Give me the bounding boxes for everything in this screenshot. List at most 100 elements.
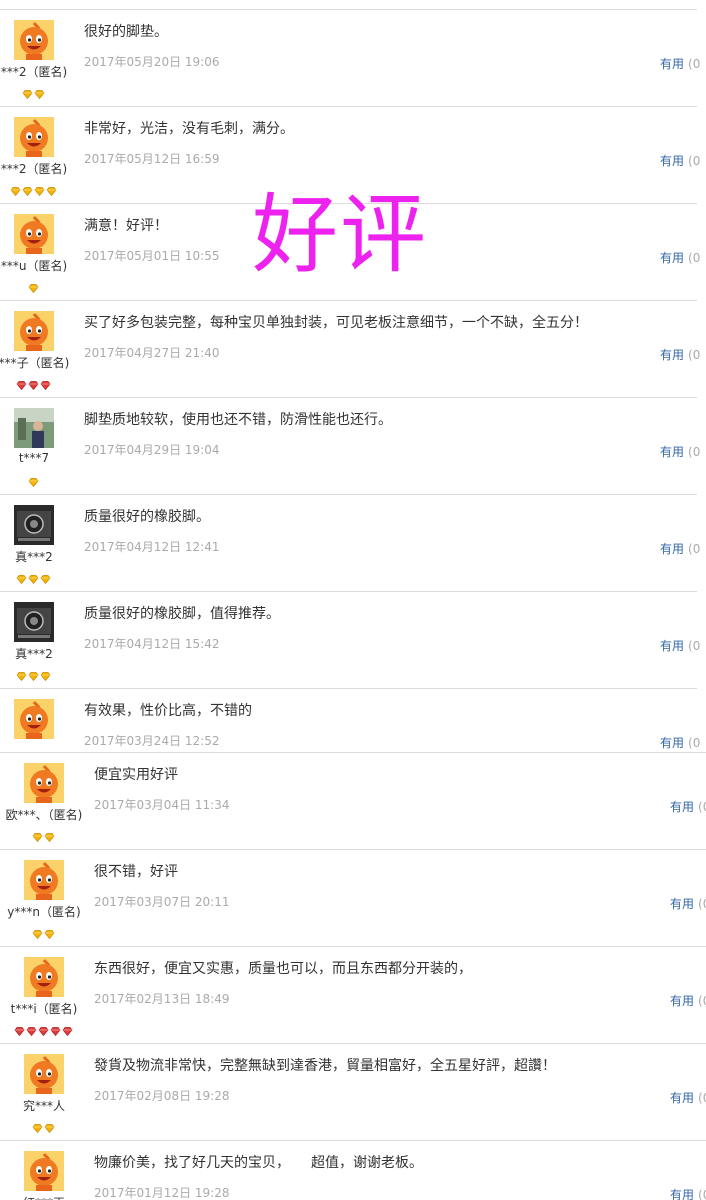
orange-mascot-icon[interactable] <box>24 1054 64 1094</box>
useful-vote: 有用 (0 <box>670 992 706 1009</box>
reviewer-level-badges <box>16 666 51 682</box>
useful-vote: 有用 (0 <box>660 637 700 654</box>
review-list: ***2（匿名) 很好的脚垫。 2017年05月20日 19:06 有用 (0 ***2（… <box>0 0 706 1200</box>
useful-vote: 有用 (0 <box>670 1089 706 1106</box>
gold-diamond-icon <box>28 569 39 585</box>
orange-mascot-icon[interactable] <box>24 763 64 803</box>
red-diamond-icon <box>14 1021 25 1037</box>
gold-diamond-icon <box>44 924 55 940</box>
useful-button[interactable]: 有用 <box>670 1188 694 1200</box>
useful-count: (0 <box>688 639 701 653</box>
gold-diamond-icon <box>32 827 43 843</box>
orange-mascot-icon[interactable] <box>24 957 64 997</box>
useful-button[interactable]: 有用 <box>660 251 684 265</box>
gold-diamond-icon <box>40 666 51 682</box>
reviewer-name: ***子（匿名) <box>0 356 70 370</box>
useful-button[interactable]: 有用 <box>670 1091 694 1105</box>
review-item: ***2（匿名) 很好的脚垫。 2017年05月20日 19:06 有用 (0 <box>0 10 706 107</box>
useful-vote: 有用 (0 <box>670 798 706 815</box>
review-item: 究***人 發貨及物流非常快，完整無缺到達香港，貿量相富好，全五星好評，超讚！ 20… <box>0 1044 706 1141</box>
review-date: 2017年05月01日 10:55 <box>84 249 220 263</box>
orange-mascot-icon[interactable] <box>14 20 54 60</box>
red-diamond-icon <box>28 375 39 391</box>
useful-button[interactable]: 有用 <box>660 542 684 556</box>
useful-count: (0 <box>688 251 701 265</box>
useful-count: (0 <box>688 542 701 556</box>
person-photo-icon[interactable] <box>14 408 54 448</box>
reviewer-name: 真***2 <box>15 647 53 661</box>
red-diamond-icon <box>16 375 27 391</box>
reviewer-name: 真***2 <box>15 550 53 564</box>
review-content: 满意！好评！ <box>84 218 168 234</box>
reviewer-name: ***u（匿名) <box>0 259 68 273</box>
review-item: t***7 脚垫质地较软，使用也还不错，防滑性能也还行。 2017年04月29日 1… <box>0 398 706 495</box>
useful-vote: 有用 (0 <box>670 1186 706 1200</box>
useful-count: (0 <box>688 445 701 459</box>
useful-vote: 有用 (0 <box>660 346 700 363</box>
review-item: 欧***、（匿名) 便宜实用好评 2017年03月04日 11:34 有用 (0 <box>0 753 706 850</box>
review-date: 2017年04月12日 12:41 <box>84 540 220 554</box>
review-item: 真***2 质量很好的橡胶脚。 2017年04月12日 12:41 有用 (0 <box>0 495 706 592</box>
useful-vote: 有用 (0 <box>660 443 700 460</box>
useful-button[interactable]: 有用 <box>670 800 694 814</box>
useful-button[interactable]: 有用 <box>660 639 684 653</box>
reviewer-level-badges <box>14 1021 73 1037</box>
reviewer-level-badges <box>28 278 39 294</box>
review-content: 有效果，性价比高，不错的 <box>84 703 252 719</box>
reviewer-level-badges <box>16 375 51 391</box>
useful-count: (0 <box>698 897 706 911</box>
useful-button[interactable]: 有用 <box>670 994 694 1008</box>
review-content: 买了好多包装完整，每种宝贝单独封装，可见老板注意细节，一个不缺，全五分！ <box>84 315 588 331</box>
reviewer-name: t***7 <box>18 451 50 465</box>
review-content: 便宜实用好评 <box>94 767 178 783</box>
review-content: 很不错，好评 <box>94 864 178 880</box>
review-date: 2017年04月12日 15:42 <box>84 637 220 651</box>
useful-button[interactable]: 有用 <box>660 57 684 71</box>
orange-mascot-icon[interactable] <box>24 1151 64 1191</box>
review-content: 物廉价美，找了好几天的宝贝， 超值，谢谢老板。 <box>94 1155 423 1171</box>
review-content: 东西很好，便宜又实惠，质量也可以，而且东西都分开装的， <box>94 961 472 977</box>
gold-diamond-icon <box>28 278 39 294</box>
gold-diamond-icon <box>28 666 39 682</box>
reviewer-level-badges <box>32 827 55 843</box>
red-diamond-icon <box>26 1021 37 1037</box>
useful-vote: 有用 (0 <box>660 540 700 557</box>
reviewer-name: y***n（匿名) <box>7 905 81 919</box>
red-diamond-icon <box>62 1021 73 1037</box>
orange-mascot-icon[interactable] <box>14 311 54 351</box>
reviewer-level-badges <box>10 181 57 197</box>
red-diamond-icon <box>50 1021 61 1037</box>
review-content: 质量很好的橡胶脚。 <box>84 509 210 525</box>
review-content: 很好的脚垫。 <box>84 24 168 40</box>
gold-diamond-icon <box>32 924 43 940</box>
review-item: 红***王 物廉价美，找了好几天的宝贝， 超值，谢谢老板。 2017年01月12日 … <box>0 1141 706 1200</box>
review-item: 真***2 质量很好的橡胶脚，值得推荐。 2017年04月12日 15:42 有用 (0 <box>0 592 706 689</box>
useful-vote: 有用 (0 <box>660 249 700 266</box>
review-item: ***子（匿名) 买了好多包装完整，每种宝贝单独封装，可见老板注意细节，一个不缺，… <box>0 301 706 398</box>
review-content: 脚垫质地较软，使用也还不错，防滑性能也还行。 <box>84 412 392 428</box>
orange-mascot-icon[interactable] <box>14 699 54 739</box>
useful-count: (0 <box>698 800 706 814</box>
useful-count: (0 <box>698 1091 706 1105</box>
useful-button[interactable]: 有用 <box>660 348 684 362</box>
review-date: 2017年01月12日 19:28 <box>94 1186 230 1200</box>
gold-diamond-icon <box>10 181 21 197</box>
reviewer-level-badges <box>32 924 55 940</box>
good-review-stamp: 好评 <box>252 185 428 285</box>
orange-mascot-icon[interactable] <box>14 214 54 254</box>
device-photo-icon[interactable] <box>14 505 54 545</box>
useful-button[interactable]: 有用 <box>670 897 694 911</box>
orange-mascot-icon[interactable] <box>14 117 54 157</box>
gold-diamond-icon <box>16 666 27 682</box>
useful-vote: 有用 (0 <box>660 734 700 751</box>
device-photo-icon[interactable] <box>14 602 54 642</box>
orange-mascot-icon[interactable] <box>24 860 64 900</box>
reviewer-name: ***2（匿名) <box>0 162 68 176</box>
useful-count: (0 <box>688 154 701 168</box>
useful-button[interactable]: 有用 <box>660 445 684 459</box>
gold-diamond-icon <box>28 472 39 488</box>
useful-button[interactable]: 有用 <box>660 154 684 168</box>
reviewer-level-badges <box>28 472 39 488</box>
useful-button[interactable]: 有用 <box>660 736 684 750</box>
gold-diamond-icon <box>16 569 27 585</box>
